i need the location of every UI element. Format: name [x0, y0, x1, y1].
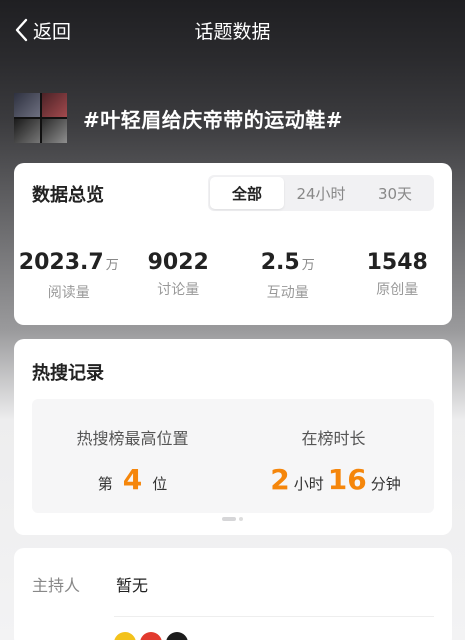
- topic-name: #叶轻眉给庆帝带的运动鞋#: [83, 107, 344, 132]
- stat-originals: 1548 原创量: [343, 249, 453, 302]
- stat-discussions: 9022 讨论量: [124, 249, 234, 302]
- stat-label: 阅读量: [47, 285, 90, 301]
- host-card: 主持人 暂无: [14, 548, 452, 640]
- stat-reads: 2023.7 万 阅读量: [14, 249, 124, 302]
- highest-rank: 热搜榜最高位置 第 4 位: [32, 399, 233, 513]
- hot-search-title: 热搜记录: [32, 363, 104, 384]
- duration-label: 在榜时长: [301, 429, 366, 448]
- navigation-bar: 返回 话题数据: [0, 0, 465, 60]
- page-indicator: [222, 517, 243, 521]
- time-range-selector: 全部 24小时 30天: [208, 175, 434, 211]
- rank-suffix: 位: [152, 475, 168, 493]
- rank-value: 4: [122, 463, 143, 496]
- stat-label: 互动量: [266, 285, 309, 301]
- stat-value: 1548: [366, 250, 428, 275]
- divider: [114, 616, 434, 617]
- stat-value: 2023.7: [18, 250, 104, 275]
- hot-search-card: 热搜记录 热搜榜最高位置 第 4 位 在榜时长 2 小时 16 分钟: [14, 339, 452, 535]
- stat-value: 2.5: [260, 250, 300, 275]
- rank-prefix: 第: [97, 475, 113, 493]
- minutes-unit: 分钟: [370, 475, 401, 493]
- overview-title: 数据总览: [32, 185, 104, 206]
- stat-unit: 万: [301, 258, 315, 273]
- tab-24h[interactable]: 24小时: [284, 177, 358, 209]
- page-title: 话题数据: [194, 21, 271, 43]
- stat-value: 9022: [147, 250, 209, 275]
- topic-thumbnail: [14, 93, 67, 143]
- host-value: 暂无: [116, 576, 149, 595]
- host-label: 主持人: [32, 576, 81, 595]
- highest-rank-label: 热搜榜最高位置: [76, 429, 189, 448]
- duration-hours: 2: [270, 463, 290, 496]
- data-overview-card: 数据总览 全部 24小时 30天 2023.7 万 阅读量 9022 讨论量 2.…: [14, 163, 452, 325]
- stat-interactions: 2.5 万 互动量: [233, 249, 343, 302]
- hot-search-summary: 热搜榜最高位置 第 4 位 在榜时长 2 小时 16 分钟: [32, 399, 434, 513]
- duration-minutes: 16: [327, 463, 367, 496]
- hours-unit: 小时: [293, 475, 324, 493]
- host-row: 主持人 暂无: [32, 572, 148, 596]
- on-list-duration: 在榜时长 2 小时 16 分钟: [233, 399, 434, 513]
- stats-row: 2023.7 万 阅读量 9022 讨论量 2.5 万 互动量 1548 原创量: [14, 249, 452, 302]
- avatar-group: [114, 632, 188, 640]
- stat-label: 讨论量: [157, 282, 200, 298]
- tab-30d[interactable]: 30天: [358, 177, 432, 209]
- topic-header: #叶轻眉给庆帝带的运动鞋#: [14, 93, 343, 143]
- stat-unit: 万: [105, 258, 119, 273]
- tab-all[interactable]: 全部: [210, 177, 284, 209]
- stat-label: 原创量: [376, 282, 419, 298]
